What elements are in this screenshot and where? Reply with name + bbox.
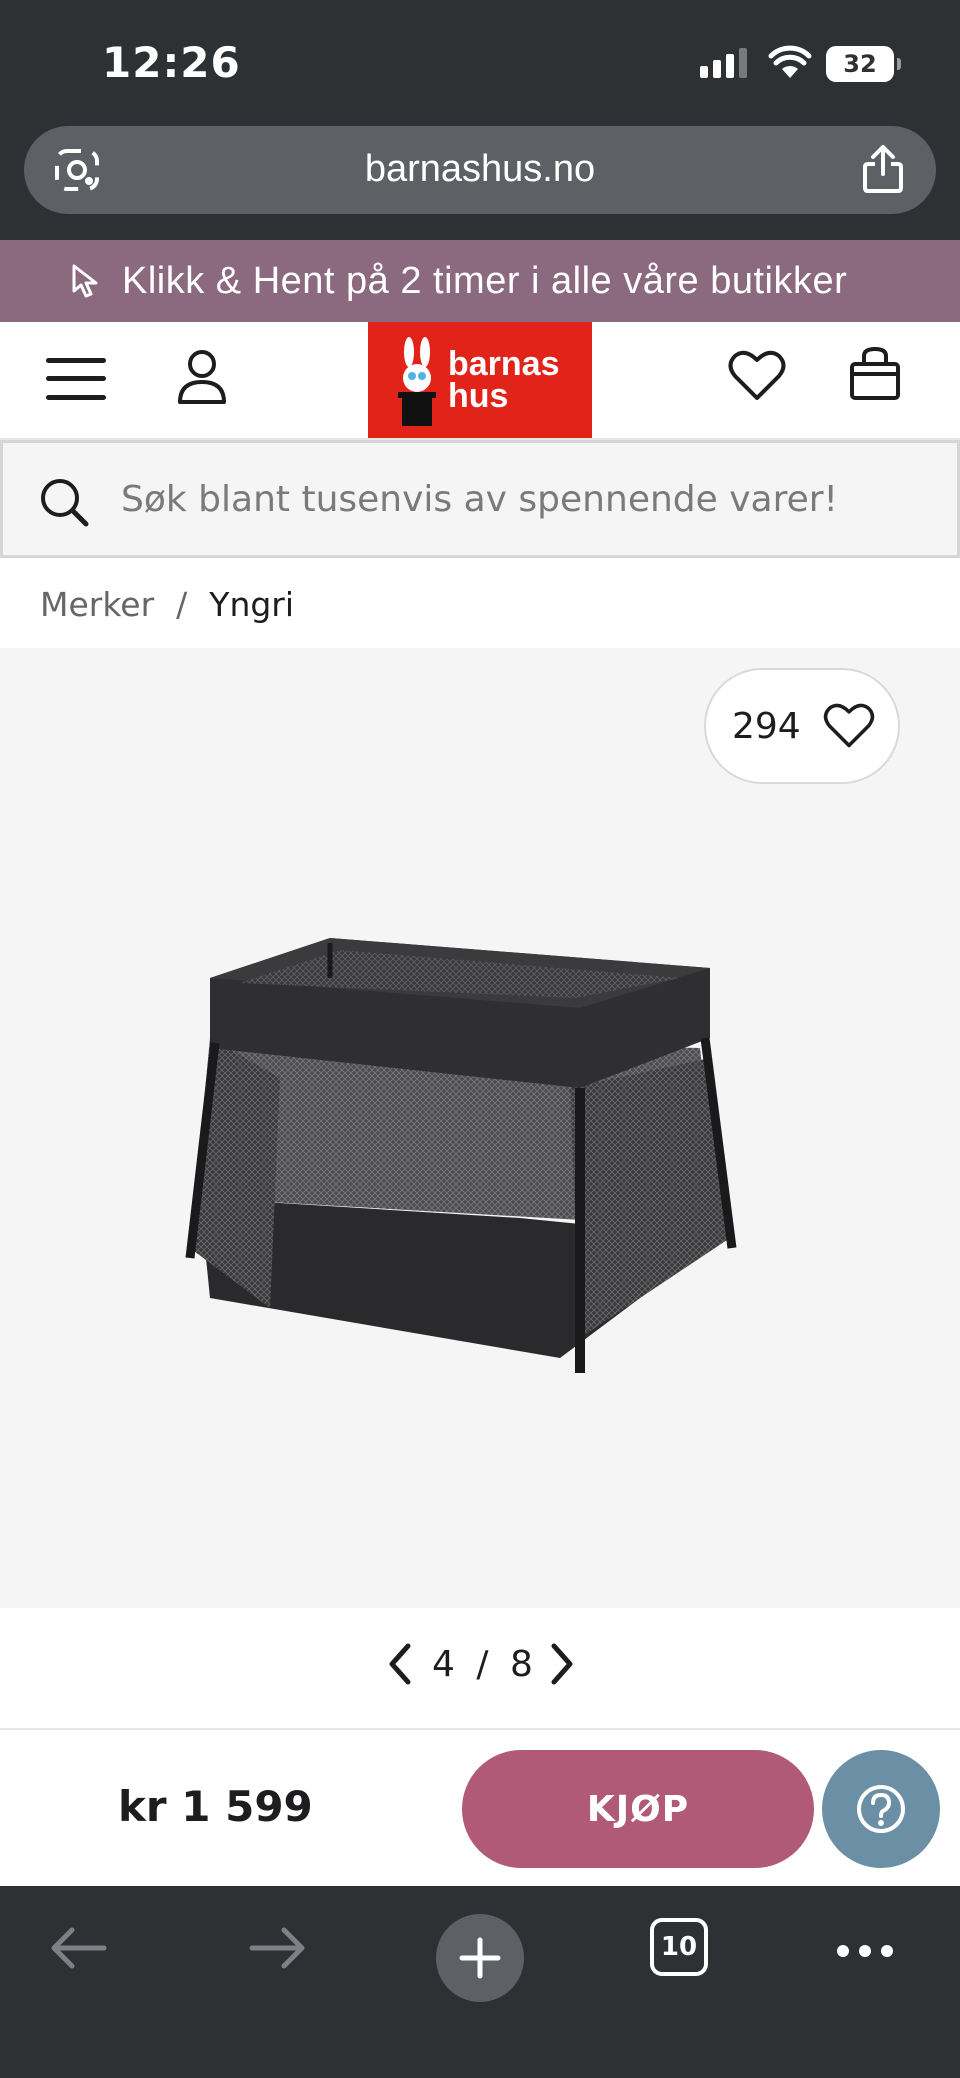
promo-text: Klikk & Hent på 2 timer i alle våre buti…	[122, 259, 848, 302]
user-account-icon[interactable]	[176, 348, 228, 406]
breadcrumb-item-merker[interactable]: Merker	[40, 585, 154, 624]
browser-address-area: barnashus.no	[0, 120, 960, 240]
tabs-button[interactable]: 10	[650, 1918, 708, 1976]
purchase-bar: kr 1 599 KJØP	[0, 1728, 960, 1886]
menu-icon[interactable]	[46, 352, 106, 406]
address-bar[interactable]: barnashus.no	[24, 126, 936, 214]
search-section	[0, 440, 960, 560]
wishlist-heart-icon[interactable]	[728, 350, 786, 402]
gallery-pager: 4 / 8	[0, 1608, 960, 1728]
status-time: 12:26	[102, 38, 241, 87]
total-pages: 8	[509, 1644, 533, 1685]
new-tab-button[interactable]	[436, 1914, 524, 2002]
battery-icon: 32	[826, 46, 894, 82]
plus-icon	[459, 1937, 501, 1979]
current-page: 4	[432, 1644, 455, 1685]
logo-text: barnas hus	[448, 345, 560, 415]
wifi-icon	[768, 45, 812, 78]
page-indicator: 4 / 8	[432, 1644, 533, 1685]
chevron-right-icon[interactable]	[548, 1640, 578, 1688]
page-separator: /	[476, 1644, 489, 1685]
shopping-bag-icon[interactable]	[848, 346, 902, 402]
help-button[interactable]	[822, 1750, 940, 1868]
share-icon[interactable]	[862, 144, 904, 194]
url-text: barnashus.no	[364, 148, 596, 190]
search-box[interactable]	[0, 440, 960, 558]
travel-cot-product-image	[185, 938, 737, 1373]
signal-icon	[700, 48, 747, 78]
promo-banner[interactable]: Klikk & Hent på 2 timer i alle våre buti…	[0, 240, 960, 322]
question-icon	[857, 1785, 905, 1833]
logo-line-1: barnas	[448, 345, 560, 383]
search-input[interactable]	[121, 469, 921, 529]
back-arrow-icon[interactable]	[48, 1926, 108, 1970]
product-price: kr 1 599	[118, 1782, 313, 1831]
chevron-left-icon[interactable]	[384, 1640, 414, 1688]
logo-line-2: hus	[448, 377, 509, 415]
breadcrumb-item-current: Yngri	[209, 584, 295, 624]
barnashus-logo[interactable]: barnas hus	[368, 322, 592, 438]
favorite-count: 294	[732, 705, 801, 747]
bunny-logo-icon	[398, 337, 436, 426]
heart-icon	[823, 703, 874, 748]
product-gallery[interactable]: 294	[0, 648, 960, 1608]
favorite-button[interactable]: 294	[704, 668, 900, 784]
site-header: barnas hus	[0, 322, 960, 440]
forward-arrow-icon[interactable]	[248, 1926, 308, 1970]
cursor-click-icon	[72, 264, 98, 298]
browser-toolbar: 10	[0, 1886, 960, 2078]
battery-cap	[897, 58, 901, 70]
search-icon	[41, 479, 89, 527]
buy-button[interactable]: KJØP	[462, 1750, 814, 1868]
status-bar: 12:26 32	[0, 0, 960, 120]
breadcrumb: Merker / Yngri	[0, 560, 960, 648]
more-options-icon[interactable]	[836, 1944, 894, 1958]
breadcrumb-separator: /	[176, 584, 188, 624]
